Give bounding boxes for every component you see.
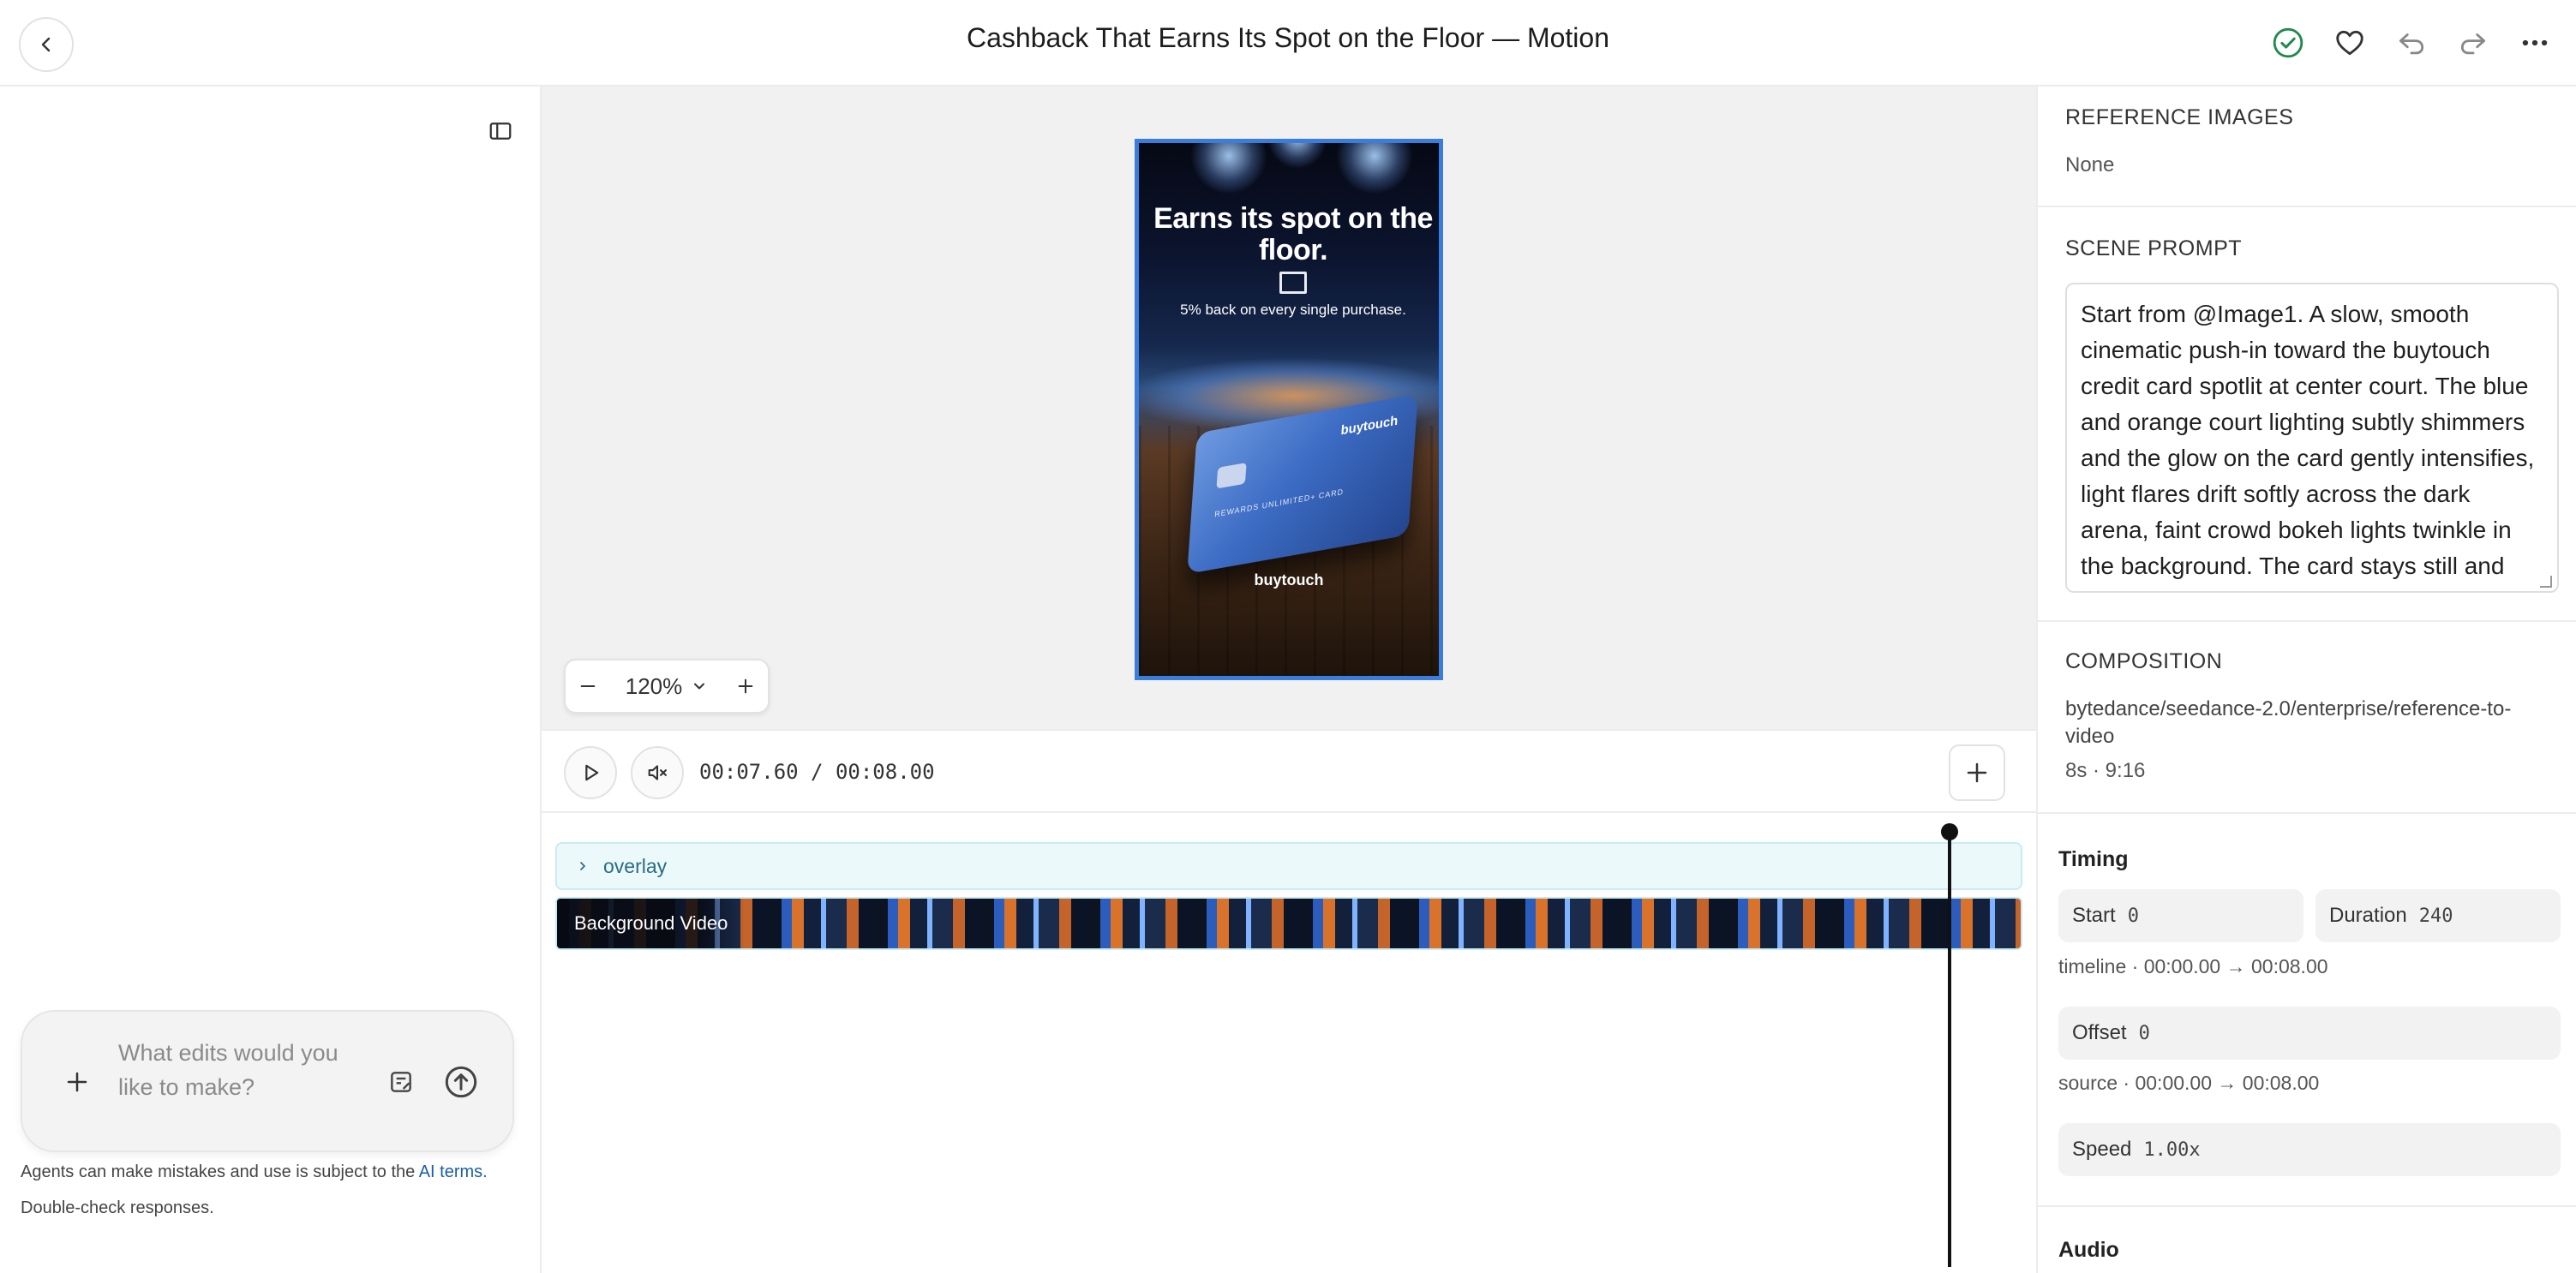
card-small-text: REWARDS UNLIMITED+ CARD	[1213, 487, 1345, 519]
zoom-value: 120%	[625, 672, 683, 699]
audio-heading: Audio	[2058, 1238, 2119, 1262]
playhead-handle[interactable]	[1941, 823, 1958, 840]
resize-handle[interactable]	[2540, 576, 2552, 588]
start-value: 0	[2127, 905, 2139, 927]
disclaimer-text: Agents can make mistakes and use is subj…	[21, 1162, 416, 1181]
inspector-panel: REFERENCE IMAGES None SCENE PROMPT Start…	[2036, 87, 2576, 1273]
playback-controls: 00:07.60 / 00:08.00	[542, 729, 2036, 813]
section-heading: COMPOSITION	[2065, 649, 2223, 673]
stadium-light	[1336, 143, 1413, 194]
undo-button[interactable]	[2391, 22, 2432, 63]
ad-subline: 5% back on every single purchase.	[1180, 302, 1406, 318]
stadium-light	[1190, 143, 1267, 194]
video-frame-preview[interactable]: Earns its spot on the floor. 5% back on …	[1135, 139, 1443, 680]
redo-button[interactable]	[2453, 22, 2494, 63]
redo-icon	[2460, 33, 2486, 55]
track-overlay[interactable]: overlay	[555, 842, 2022, 890]
video-preview-area: Earns its spot on the floor. 5% back on …	[542, 87, 2036, 729]
track-background-video[interactable]: Background Video	[555, 897, 2022, 950]
zoom-in-button[interactable]	[723, 660, 768, 712]
plus-icon	[67, 1072, 87, 1092]
offset-field[interactable]: Offset 0	[2058, 1007, 2561, 1060]
section-heading: REFERENCE IMAGES	[2065, 105, 2294, 129]
mute-icon	[648, 765, 667, 780]
speed-label: Speed	[2072, 1138, 2132, 1161]
start-label: Start	[2072, 904, 2116, 927]
chevron-right-icon[interactable]	[576, 859, 590, 873]
speed-field[interactable]: Speed 1.00x	[2058, 1123, 2561, 1176]
zoom-out-button[interactable]	[566, 660, 610, 712]
source-range: source · 00:00.00 → 00:08.00	[2058, 1072, 2320, 1094]
check-circle-icon	[2273, 27, 2303, 58]
chat-input[interactable]	[118, 1036, 367, 1130]
more-icon	[2522, 39, 2548, 46]
sidebar-toggle-button[interactable]	[483, 114, 518, 148]
plus-icon	[1967, 762, 1987, 783]
duration-value: 240	[2418, 905, 2453, 927]
track-label: Background Video	[557, 899, 746, 948]
prompt-notes-button[interactable]	[380, 1061, 422, 1103]
reference-images-section: REFERENCE IMAGES None	[2038, 87, 2576, 207]
divider	[2038, 1205, 2576, 1207]
composition-model: bytedance/seedance-2.0/enterprise/refere…	[2065, 697, 2512, 748]
top-bar: Cashback That Earns Its Spot on the Floo…	[0, 0, 2576, 87]
note-icon	[391, 1072, 411, 1092]
mute-button[interactable]	[631, 746, 684, 799]
track-label: overlay	[603, 854, 668, 877]
ai-disclaimer: Agents can make mistakes and use is subj…	[21, 1154, 535, 1226]
saved-status-button[interactable]	[2267, 22, 2309, 63]
favorite-button[interactable]	[2329, 22, 2370, 63]
duration-field[interactable]: Duration 240	[2315, 889, 2561, 942]
zoom-select[interactable]: 120%	[610, 673, 723, 700]
page-title: Cashback That Earns Its Spot on the Floo…	[967, 22, 1609, 53]
play-icon	[585, 764, 599, 781]
basketball-hoop	[1279, 272, 1307, 294]
composition-section: COMPOSITION bytedance/seedance-2.0/enter…	[2038, 622, 2576, 814]
timeline: overlay Background Video	[542, 813, 2036, 1273]
section-heading: SCENE PROMPT	[2065, 236, 2243, 260]
attach-button[interactable]	[57, 1061, 98, 1103]
undo-icon	[2399, 33, 2424, 55]
minus-icon	[580, 684, 596, 688]
composition-meta: 8s · 9:16	[2065, 759, 2146, 782]
scene-prompt-textarea[interactable]: Start from @Image1. A slow, smooth cinem…	[2065, 283, 2559, 593]
timing-heading: Timing	[2058, 847, 2129, 871]
plus-icon	[738, 678, 753, 694]
ad-headline: Earns its spot on the floor.	[1153, 202, 1433, 266]
play-button[interactable]	[564, 746, 617, 799]
duration-label: Duration	[2329, 904, 2407, 927]
scene-prompt-text: Start from @Image1. A slow, smooth cinem…	[2081, 301, 2535, 591]
chevron-down-icon	[694, 683, 705, 690]
disclaimer-line-2: Double-check responses.	[21, 1198, 214, 1217]
stadium-light	[1267, 143, 1327, 169]
speed-value: 1.00x	[2143, 1139, 2201, 1161]
timecode-display: 00:07.60 / 00:08.00	[699, 760, 935, 784]
offset-label: Offset	[2072, 1021, 2127, 1044]
start-field[interactable]: Start 0	[2058, 889, 2303, 942]
zoom-control: 120%	[564, 659, 770, 714]
timeline-range: timeline · 00:00.00 → 00:08.00	[2058, 955, 2328, 977]
ad-logo: buytouch	[1254, 571, 1324, 589]
scene-prompt-section: SCENE PROMPT Start from @Image1. A slow,…	[2038, 207, 2576, 622]
agent-chat-panel: Agents can make mistakes and use is subj…	[0, 87, 542, 1273]
card-chip	[1216, 462, 1247, 489]
ai-terms-link[interactable]: AI terms.	[419, 1162, 488, 1181]
chat-composer	[21, 1010, 514, 1152]
send-button[interactable]	[439, 1060, 483, 1104]
heart-icon	[2336, 30, 2363, 56]
header-actions	[2267, 19, 2555, 67]
sidebar-toggle-icon	[489, 123, 512, 140]
offset-value: 0	[2138, 1022, 2150, 1044]
card-brand: buytouch	[1340, 413, 1399, 439]
reference-images-value: None	[2065, 153, 2115, 176]
more-options-button[interactable]	[2514, 22, 2555, 63]
playhead[interactable]	[1948, 832, 1951, 1267]
send-icon	[445, 1066, 477, 1098]
add-element-button[interactable]	[1949, 744, 2005, 801]
